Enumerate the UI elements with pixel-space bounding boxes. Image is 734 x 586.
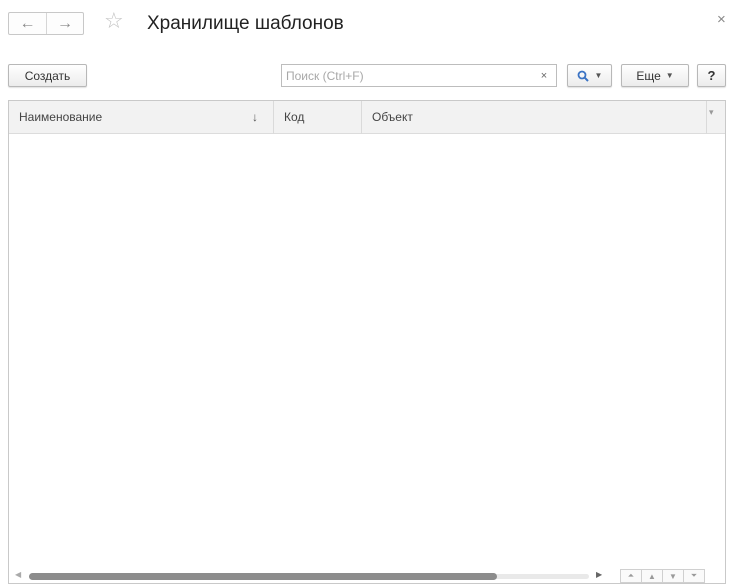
column-label: Код: [284, 110, 305, 124]
page-title: Хранилище шаблонов: [147, 13, 344, 34]
last-page-icon[interactable]: ⏷: [683, 569, 705, 583]
create-button[interactable]: Создать: [8, 64, 87, 87]
scroll-thumb[interactable]: [29, 573, 497, 580]
favorite-star-icon[interactable]: ☆: [104, 10, 124, 32]
title-bar: ← → ☆ Хранилище шаблонов ×: [0, 0, 734, 50]
chevron-down-icon: ▼: [665, 71, 674, 80]
clear-search-icon[interactable]: ×: [536, 68, 552, 83]
search-button[interactable]: ▼: [567, 64, 612, 87]
templates-table[interactable]: Наименование ↓ Код Объект ▾ ◀ ▶ ⏶ ▲ ▼ ⏷: [8, 100, 726, 584]
table-header: Наименование ↓ Код Объект ▾: [9, 101, 725, 134]
column-settings-icon[interactable]: ▾: [709, 107, 714, 118]
previous-page-icon[interactable]: ▲: [641, 569, 663, 583]
horizontal-scrollbar[interactable]: ◀ ▶ ⏶ ▲ ▼ ⏷: [9, 569, 725, 583]
sort-arrow-icon: ↓: [252, 110, 258, 124]
help-button[interactable]: ?: [697, 64, 726, 87]
next-page-icon[interactable]: ▼: [662, 569, 684, 583]
search-icon: [577, 70, 589, 82]
table-body[interactable]: [9, 135, 725, 569]
column-label: Объект: [372, 110, 413, 124]
back-button[interactable]: ←: [9, 13, 46, 34]
search-input[interactable]: [281, 64, 557, 87]
column-header-name[interactable]: Наименование ↓: [9, 101, 274, 134]
more-label: Еще: [636, 68, 661, 83]
forward-button[interactable]: →: [46, 13, 83, 34]
list-pager: ⏶ ▲ ▼ ⏷: [620, 569, 705, 583]
first-page-icon[interactable]: ⏶: [620, 569, 642, 583]
close-icon[interactable]: ×: [717, 12, 726, 28]
chevron-down-icon: ▼: [594, 71, 603, 80]
scroll-left-icon[interactable]: ◀: [15, 570, 21, 579]
column-label: Наименование: [19, 110, 103, 124]
column-header-object[interactable]: Объект: [362, 101, 707, 134]
navigation-group: ← →: [8, 12, 84, 35]
more-button[interactable]: Еще ▼: [621, 64, 689, 87]
scroll-right-icon[interactable]: ▶: [596, 570, 602, 579]
column-header-code[interactable]: Код: [274, 101, 362, 134]
